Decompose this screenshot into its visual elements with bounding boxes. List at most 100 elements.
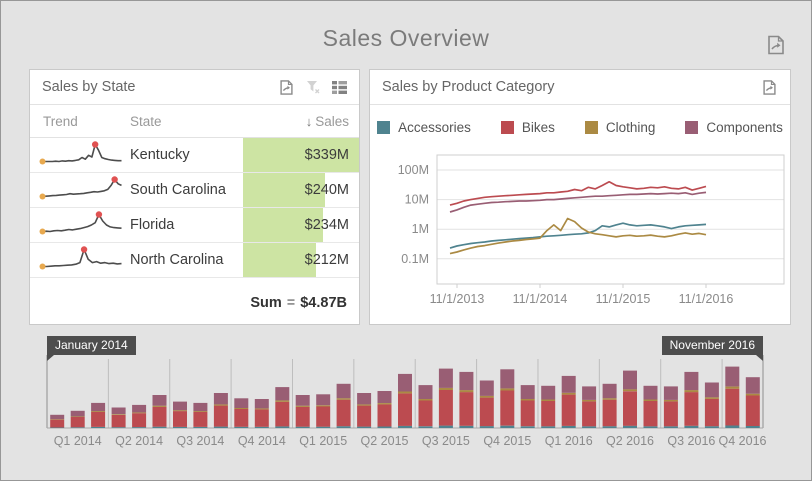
bar-segment-bikes[interactable] [582, 401, 597, 427]
bar-segment-accessories[interactable] [418, 426, 433, 428]
bar-segment-bikes[interactable] [91, 411, 106, 427]
bar-segment-clothing[interactable] [725, 386, 740, 389]
bar-segment-accessories[interactable] [234, 426, 249, 428]
bar-segment-bikes[interactable] [50, 419, 65, 428]
bar-segment-accessories[interactable] [684, 425, 699, 428]
bar-segment-clothing[interactable] [623, 389, 637, 392]
export-icon[interactable] [761, 79, 778, 96]
bar-segment-components[interactable] [173, 401, 187, 411]
bar-segment-bikes[interactable] [193, 411, 208, 427]
bar-segment-clothing[interactable] [500, 388, 515, 391]
bar-segment-components[interactable] [152, 395, 167, 406]
bar-segment-accessories[interactable] [254, 426, 269, 428]
bar-segment-clothing[interactable] [111, 414, 126, 415]
bar-segment-clothing[interactable] [745, 393, 760, 396]
bar-segment-accessories[interactable] [398, 425, 412, 428]
bar-segment-bikes[interactable] [254, 409, 269, 427]
bar-segment-bikes[interactable] [745, 395, 760, 427]
bar-segment-bikes[interactable] [500, 390, 515, 426]
bar-segment-accessories[interactable] [602, 426, 617, 428]
bar-segment-components[interactable] [234, 398, 249, 408]
bar-segment-clothing[interactable] [602, 398, 617, 400]
bar-segment-clothing[interactable] [336, 398, 351, 400]
bar-segment-components[interactable] [684, 371, 699, 391]
bar-segment-bikes[interactable] [173, 411, 187, 427]
bar-segment-bikes[interactable] [520, 400, 535, 427]
bar-segment-bikes[interactable] [275, 401, 290, 427]
bar-segment-accessories[interactable] [745, 426, 760, 428]
bar-segment-clothing[interactable] [173, 410, 187, 412]
export-icon[interactable] [278, 79, 295, 96]
bar-segment-components[interactable] [745, 377, 760, 394]
bar-segment-components[interactable] [602, 383, 617, 399]
bar-segment-accessories[interactable] [725, 425, 740, 429]
bar-segment-clothing[interactable] [213, 404, 228, 406]
bar-segment-clothing[interactable] [541, 399, 556, 402]
bar-segment-components[interactable] [561, 375, 576, 393]
bar-segment-clothing[interactable] [663, 399, 678, 402]
bar-segment-components[interactable] [479, 380, 494, 396]
column-header-sales[interactable]: ↓ Sales [243, 114, 359, 129]
bar-segment-bikes[interactable] [479, 397, 494, 427]
bar-segment-bikes[interactable] [541, 401, 556, 427]
bar-segment-components[interactable] [91, 402, 106, 412]
export-icon[interactable] [765, 34, 787, 56]
bar-segment-clothing[interactable] [275, 400, 290, 402]
bar-segment-accessories[interactable] [275, 426, 290, 428]
bar-segment-components[interactable] [520, 385, 535, 399]
bar-segment-bikes[interactable] [684, 392, 699, 426]
bar-segment-accessories[interactable] [295, 426, 310, 428]
bar-segment-accessories[interactable] [582, 426, 597, 428]
bar-segment-clothing[interactable] [438, 387, 453, 390]
bar-segment-clothing[interactable] [561, 392, 576, 395]
bar-segment-accessories[interactable] [479, 426, 494, 428]
bar-segment-clothing[interactable] [91, 411, 106, 412]
bar-segment-bikes[interactable] [234, 409, 249, 427]
bar-segment-clothing[interactable] [152, 405, 167, 407]
bar-segment-accessories[interactable] [111, 427, 126, 428]
bar-segment-clothing[interactable] [704, 397, 719, 399]
bar-segment-components[interactable] [643, 385, 658, 400]
bar-segment-accessories[interactable] [541, 426, 556, 428]
bar-segment-bikes[interactable] [132, 413, 147, 428]
bar-segment-bikes[interactable] [70, 417, 85, 428]
bar-segment-accessories[interactable] [500, 425, 515, 428]
bar-segment-components[interactable] [70, 410, 85, 417]
bar-segment-components[interactable] [623, 370, 637, 390]
column-header-state[interactable]: State [130, 114, 243, 129]
bar-segment-components[interactable] [357, 393, 372, 405]
bar-segment-components[interactable] [500, 369, 515, 389]
bar-segment-accessories[interactable] [213, 426, 228, 428]
clear-filter-icon[interactable] [306, 80, 321, 94]
bar-segment-bikes[interactable] [398, 393, 412, 426]
bar-segment-clothing[interactable] [193, 411, 208, 412]
bar-segment-bikes[interactable] [295, 406, 310, 427]
bar-segment-bikes[interactable] [561, 394, 576, 426]
bar-segment-components[interactable] [725, 366, 740, 387]
bar-segment-clothing[interactable] [520, 399, 535, 401]
bar-segment-clothing[interactable] [377, 403, 392, 405]
bar-segment-accessories[interactable] [438, 425, 453, 428]
range-selector[interactable]: January 2014 November 2016 Q1 2014 Q2 201… [29, 333, 785, 465]
bar-segment-accessories[interactable] [173, 426, 187, 428]
bar-segment-clothing[interactable] [582, 399, 597, 402]
column-header-trend[interactable]: Trend [30, 114, 130, 129]
bar-segment-components[interactable] [704, 382, 719, 398]
bar-segment-components[interactable] [336, 383, 351, 399]
bar-segment-bikes[interactable] [336, 399, 351, 427]
bar-segment-clothing[interactable] [357, 404, 372, 406]
bar-segment-accessories[interactable] [316, 426, 331, 428]
bar-segment-accessories[interactable] [152, 426, 167, 428]
bar-segment-components[interactable] [193, 402, 208, 412]
bar-segment-accessories[interactable] [91, 427, 106, 428]
bar-segment-accessories[interactable] [193, 427, 208, 428]
bar-segment-clothing[interactable] [418, 399, 433, 401]
bar-segment-accessories[interactable] [377, 426, 392, 429]
table-row[interactable]: Florida $234M [30, 208, 359, 243]
bar-segment-components[interactable] [111, 407, 126, 415]
bar-segment-clothing[interactable] [459, 390, 474, 393]
bar-segment-components[interactable] [275, 387, 290, 401]
bar-segment-bikes[interactable] [357, 405, 372, 427]
bar-segment-components[interactable] [377, 391, 392, 403]
bar-segment-accessories[interactable] [70, 427, 85, 428]
